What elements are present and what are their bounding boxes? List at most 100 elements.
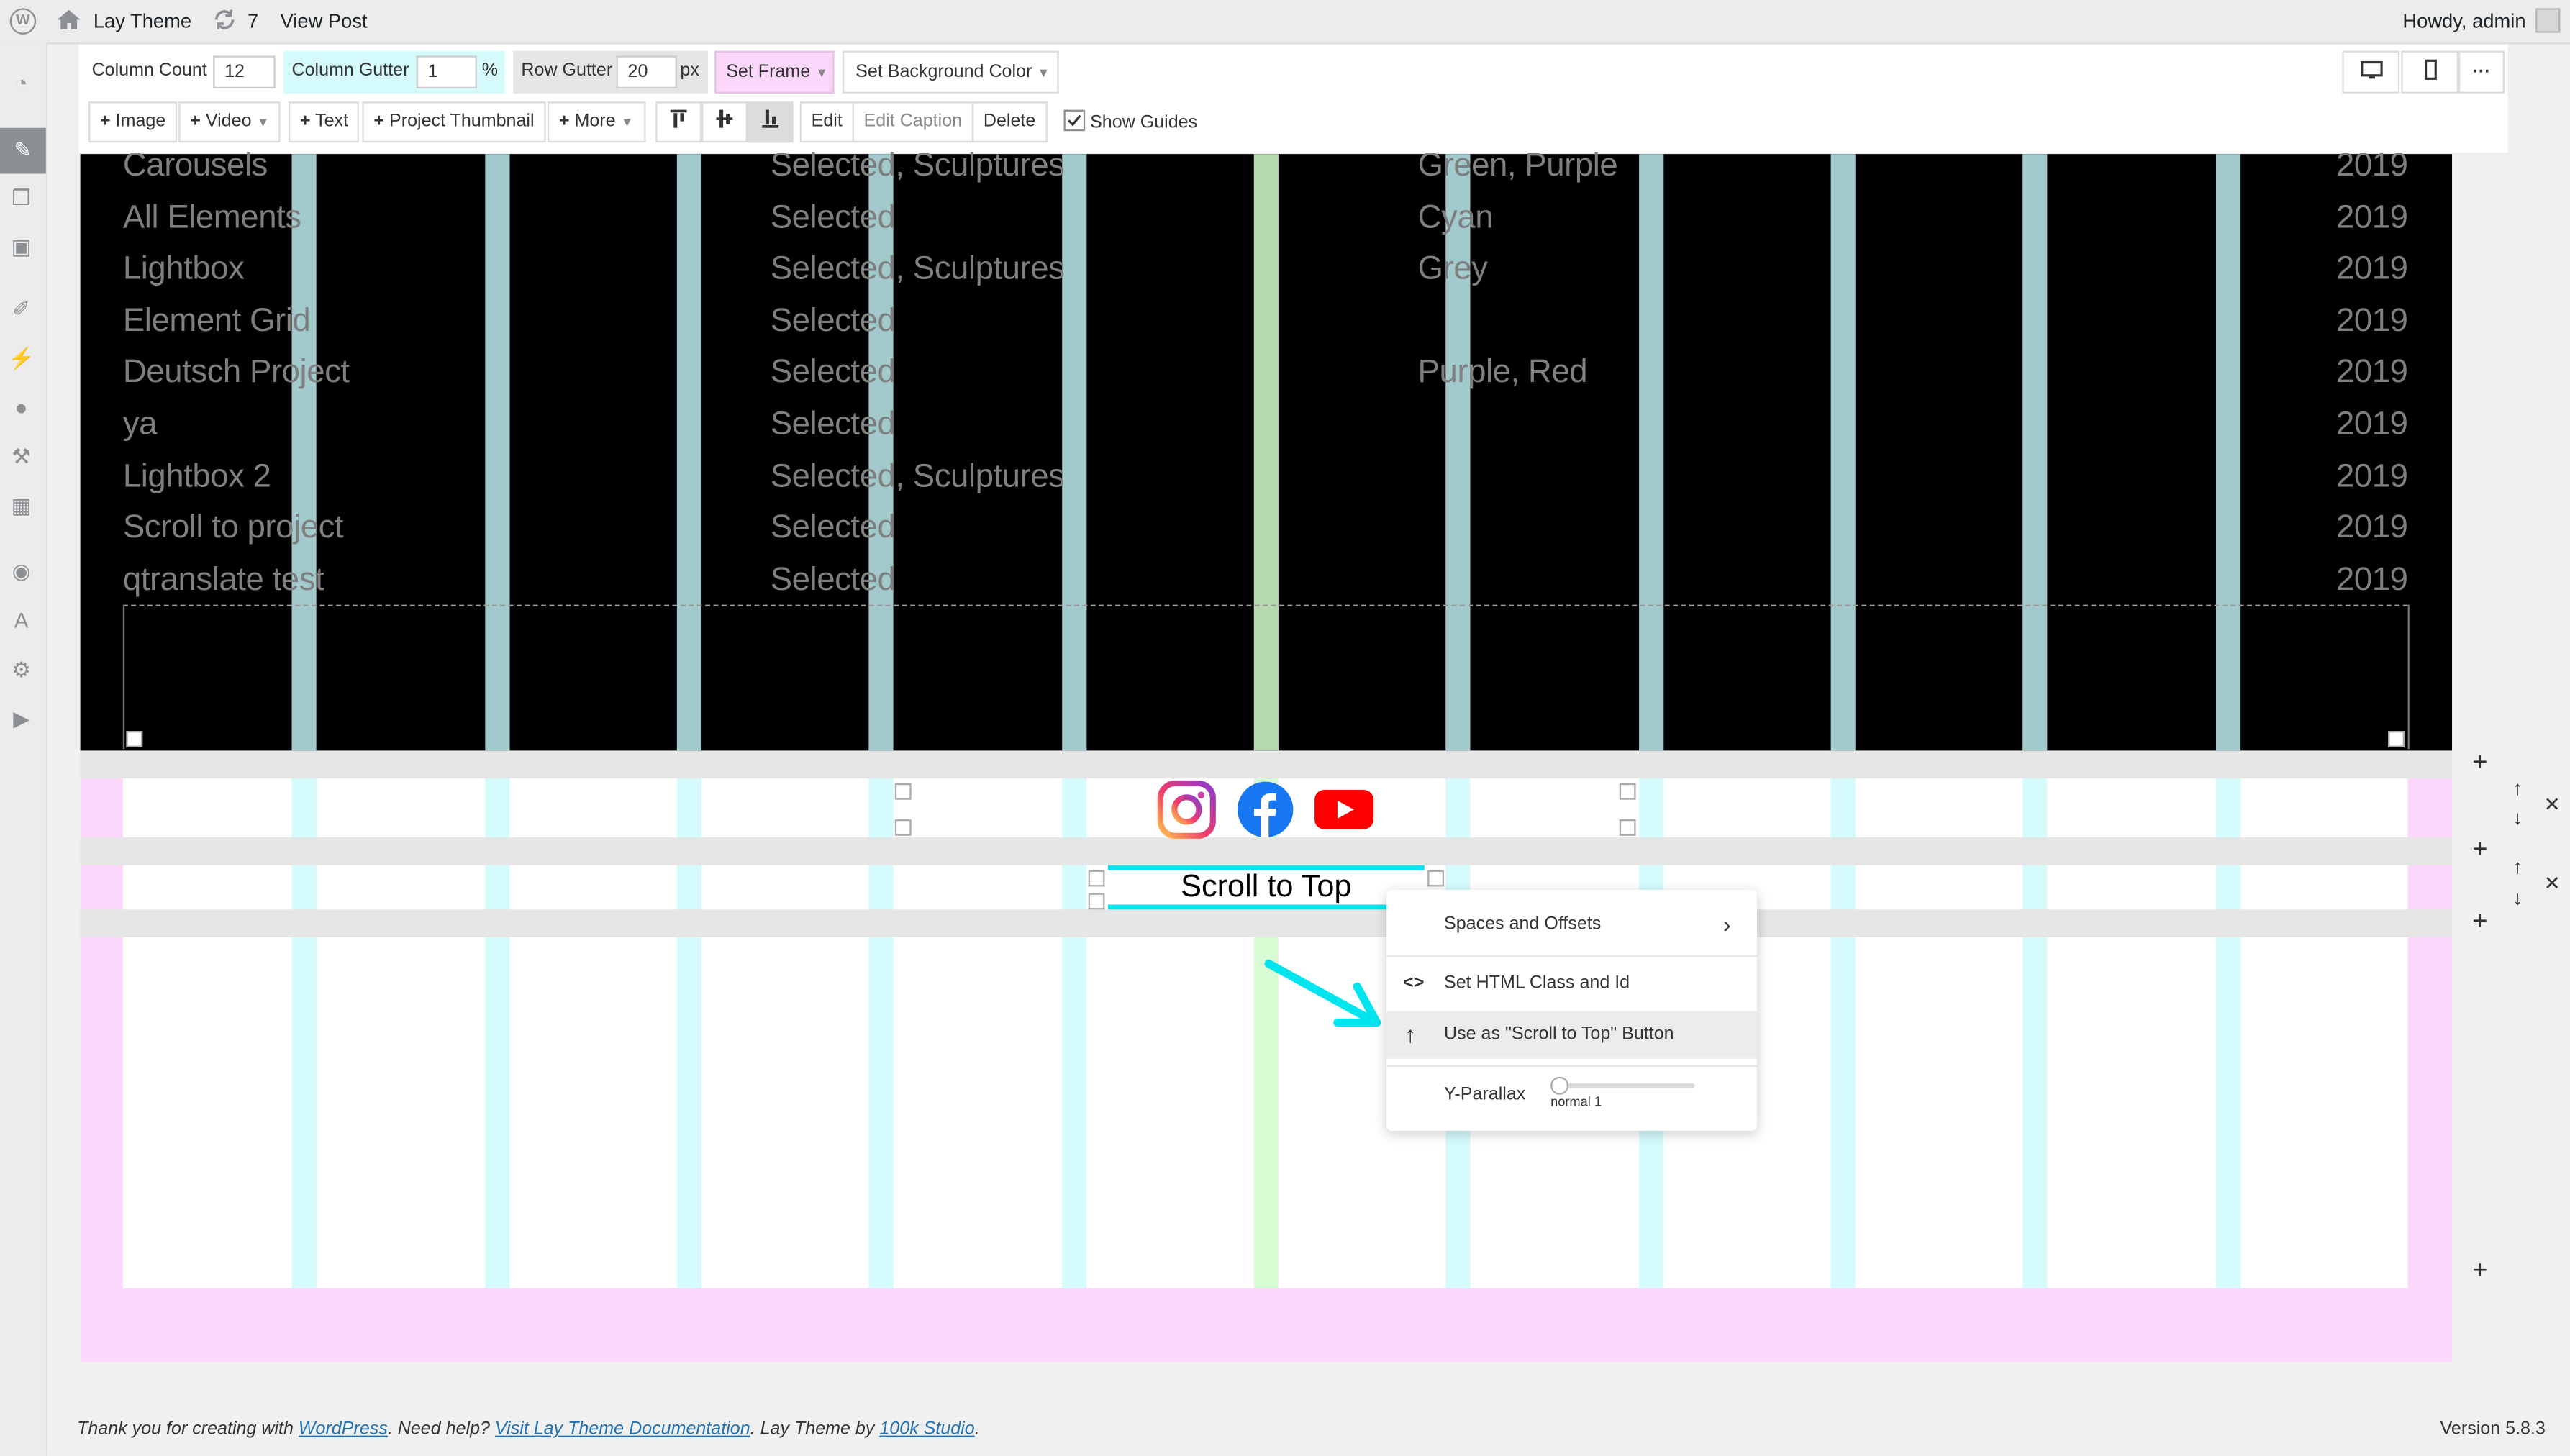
- dashboard-icon[interactable]: ◔: [6, 69, 36, 99]
- add-project-thumbnail-button[interactable]: + Project Thumbnail: [362, 101, 546, 143]
- project-category[interactable]: Selected: [771, 303, 896, 340]
- view-post-link[interactable]: View Post: [281, 0, 368, 42]
- scroll-to-top-element[interactable]: Scroll to Top: [1107, 865, 1425, 910]
- project-category[interactable]: Selected, Sculptures: [771, 147, 1065, 185]
- arrow-up-icon[interactable]: ↑: [2512, 777, 2523, 800]
- resize-handle[interactable]: [1427, 870, 1445, 887]
- font-icon[interactable]: A: [6, 606, 36, 636]
- users-icon[interactable]: ●: [6, 393, 36, 423]
- project-category[interactable]: Selected: [771, 562, 896, 599]
- project-year[interactable]: 2019: [2336, 458, 2408, 496]
- resize-handle[interactable]: [1088, 870, 1105, 887]
- project-tags[interactable]: Cyan: [1418, 199, 1494, 237]
- add-image-button[interactable]: + Image: [88, 101, 178, 143]
- menu-item-spaces-offsets[interactable]: Spaces and Offsets ›: [1386, 901, 1757, 949]
- row-gutter-2[interactable]: [80, 837, 2453, 865]
- resize-handle[interactable]: [894, 783, 912, 800]
- wordpress-logo-icon[interactable]: W: [9, 8, 37, 35]
- site-name-link[interactable]: Lay Theme: [94, 0, 191, 42]
- project-title[interactable]: All Elements: [123, 199, 301, 237]
- project-tags[interactable]: Grey: [1418, 251, 1488, 288]
- arrow-up-icon[interactable]: ↑: [2512, 855, 2523, 878]
- posts-pin-icon[interactable]: ✎: [0, 127, 46, 174]
- project-year[interactable]: 2019: [2336, 510, 2408, 547]
- slider-handle[interactable]: [1550, 1076, 1569, 1095]
- menu-item-scroll-to-top[interactable]: ↑ Use as "Scroll to Top" Button: [1386, 1011, 1758, 1059]
- pages-icon[interactable]: ❐: [6, 183, 36, 213]
- project-title[interactable]: ya: [123, 406, 158, 444]
- project-title[interactable]: Scroll to project: [123, 510, 344, 547]
- project-category[interactable]: Selected, Sculptures: [771, 251, 1065, 288]
- add-video-button[interactable]: + Video ▼: [178, 101, 281, 143]
- close-icon[interactable]: ✕: [2544, 872, 2561, 895]
- youtube-icon[interactable]: [1314, 790, 1374, 829]
- align-middle-button[interactable]: [701, 101, 748, 143]
- project-category[interactable]: Selected: [771, 355, 896, 392]
- project-year[interactable]: 2019: [2336, 147, 2408, 185]
- arrow-down-icon[interactable]: ↓: [2512, 886, 2523, 909]
- set-frame-dropdown[interactable]: Set Frame ▼: [714, 50, 835, 94]
- show-guides-checkbox[interactable]: Show Guides: [1063, 109, 1197, 136]
- column-count-input[interactable]: 12: [213, 55, 276, 89]
- tools-icon[interactable]: ⚒: [6, 442, 36, 472]
- wordpress-link[interactable]: WordPress: [299, 1419, 388, 1439]
- settings-panel-icon[interactable]: ▦: [6, 491, 36, 521]
- resize-handle[interactable]: [126, 731, 143, 747]
- desktop-view-button[interactable]: [2342, 50, 2400, 94]
- delete-button[interactable]: Delete: [971, 101, 1048, 143]
- resize-handle[interactable]: [894, 819, 912, 836]
- resize-handle[interactable]: [2388, 731, 2405, 747]
- howdy-user[interactable]: Howdy, admin: [2402, 0, 2525, 42]
- project-tags[interactable]: Purple, Red: [1418, 355, 1588, 392]
- set-background-color-dropdown[interactable]: Set Background Color ▼: [842, 50, 1059, 94]
- studio-link[interactable]: 100k Studio: [879, 1419, 974, 1439]
- more-options-button[interactable]: ···: [2458, 50, 2505, 94]
- home-icon[interactable]: [55, 0, 81, 42]
- project-title[interactable]: Element Grid: [123, 303, 311, 340]
- phone-view-button[interactable]: [2401, 50, 2459, 94]
- add-row-plus-icon[interactable]: +: [2469, 837, 2492, 863]
- project-list-block[interactable]: [80, 154, 2453, 751]
- project-year[interactable]: 2019: [2336, 562, 2408, 599]
- edit-button[interactable]: Edit: [799, 101, 854, 143]
- play-icon[interactable]: ▶: [6, 705, 36, 734]
- add-row-plus-icon[interactable]: +: [2469, 909, 2492, 934]
- project-category[interactable]: Selected, Sculptures: [771, 458, 1065, 496]
- add-row-plus-icon[interactable]: +: [2469, 1257, 2492, 1283]
- documentation-link[interactable]: Visit Lay Theme Documentation: [495, 1419, 750, 1439]
- gear-icon[interactable]: ⚙: [6, 655, 36, 685]
- project-tags[interactable]: Green, Purple: [1418, 147, 1618, 185]
- eye-icon[interactable]: ◉: [6, 558, 36, 587]
- plugins-icon[interactable]: ⚡: [6, 344, 36, 373]
- project-category[interactable]: Selected: [771, 406, 896, 444]
- project-year[interactable]: 2019: [2336, 406, 2408, 444]
- checkbox-checked-icon[interactable]: [1063, 109, 1086, 132]
- avatar[interactable]: [2535, 8, 2561, 33]
- project-title[interactable]: Deutsch Project: [123, 355, 350, 392]
- menu-item-set-html-class[interactable]: <> Set HTML Class and Id: [1386, 960, 1757, 1008]
- project-title[interactable]: Lightbox: [123, 251, 245, 288]
- column-gutter-input[interactable]: 1: [416, 55, 477, 89]
- project-year[interactable]: 2019: [2336, 303, 2408, 340]
- add-text-button[interactable]: + Text: [288, 101, 360, 143]
- project-year[interactable]: 2019: [2336, 199, 2408, 237]
- media-icon[interactable]: ▣: [6, 232, 36, 262]
- project-year[interactable]: 2019: [2336, 251, 2408, 288]
- facebook-icon[interactable]: [1236, 780, 1295, 839]
- row-gutter-input[interactable]: 20: [616, 55, 677, 89]
- project-category[interactable]: Selected: [771, 510, 896, 547]
- add-more-button[interactable]: + More ▼: [547, 101, 645, 143]
- arrow-down-icon[interactable]: ↓: [2512, 806, 2523, 829]
- updates-count[interactable]: 7: [248, 0, 258, 42]
- instagram-icon[interactable]: [1157, 780, 1216, 839]
- updates-icon[interactable]: [212, 0, 237, 42]
- edit-caption-button[interactable]: Edit Caption: [852, 101, 974, 143]
- close-icon[interactable]: ✕: [2544, 793, 2561, 816]
- align-bottom-button[interactable]: [747, 101, 794, 143]
- align-top-button[interactable]: [655, 101, 702, 143]
- project-category[interactable]: Selected: [771, 199, 896, 237]
- appearance-icon[interactable]: ✐: [6, 295, 36, 324]
- row-gutter-1[interactable]: [80, 750, 2453, 779]
- add-row-plus-icon[interactable]: +: [2469, 750, 2492, 775]
- resize-handle[interactable]: [1088, 893, 1105, 910]
